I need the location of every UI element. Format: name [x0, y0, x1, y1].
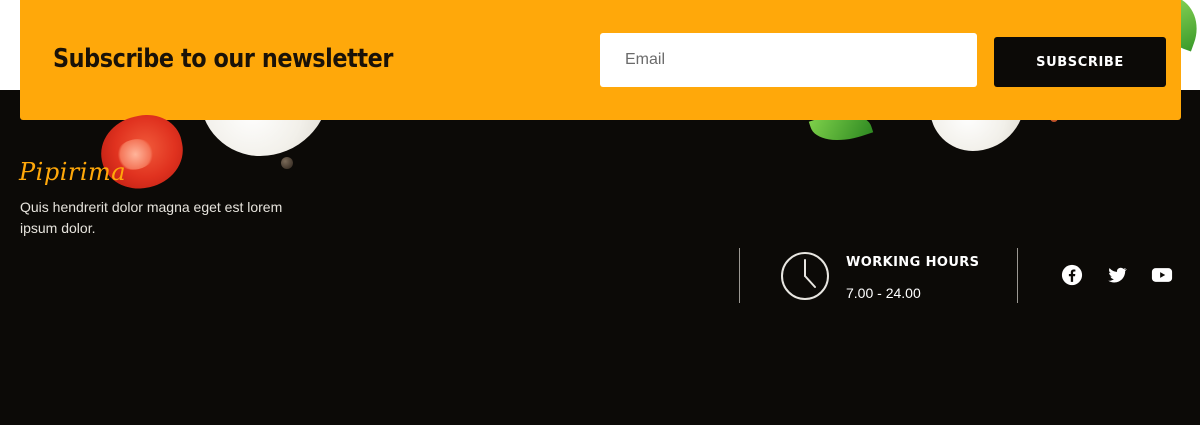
divider: [1017, 248, 1018, 303]
facebook-icon[interactable]: [1061, 264, 1085, 286]
peppercorn-decoration: [281, 157, 293, 169]
brand-description: Quis hendrerit dolor magna eget est lore…: [20, 199, 283, 236]
youtube-icon[interactable]: [1150, 264, 1174, 286]
subscribe-button[interactable]: SUBSCRIBE: [994, 37, 1166, 87]
brand-logo[interactable]: Pipirima: [19, 158, 126, 186]
newsletter-title: Subscribe to our newsletter: [53, 44, 394, 74]
email-input[interactable]: [600, 33, 977, 87]
working-hours-value: 7.00 - 24.00: [846, 285, 921, 301]
twitter-icon[interactable]: [1106, 264, 1130, 286]
divider: [739, 248, 740, 303]
newsletter-bar: Subscribe to our newsletter SUBSCRIBE: [20, 0, 1181, 120]
working-hours-label: WORKING HOURS: [846, 255, 980, 270]
clock-icon: [781, 252, 829, 300]
